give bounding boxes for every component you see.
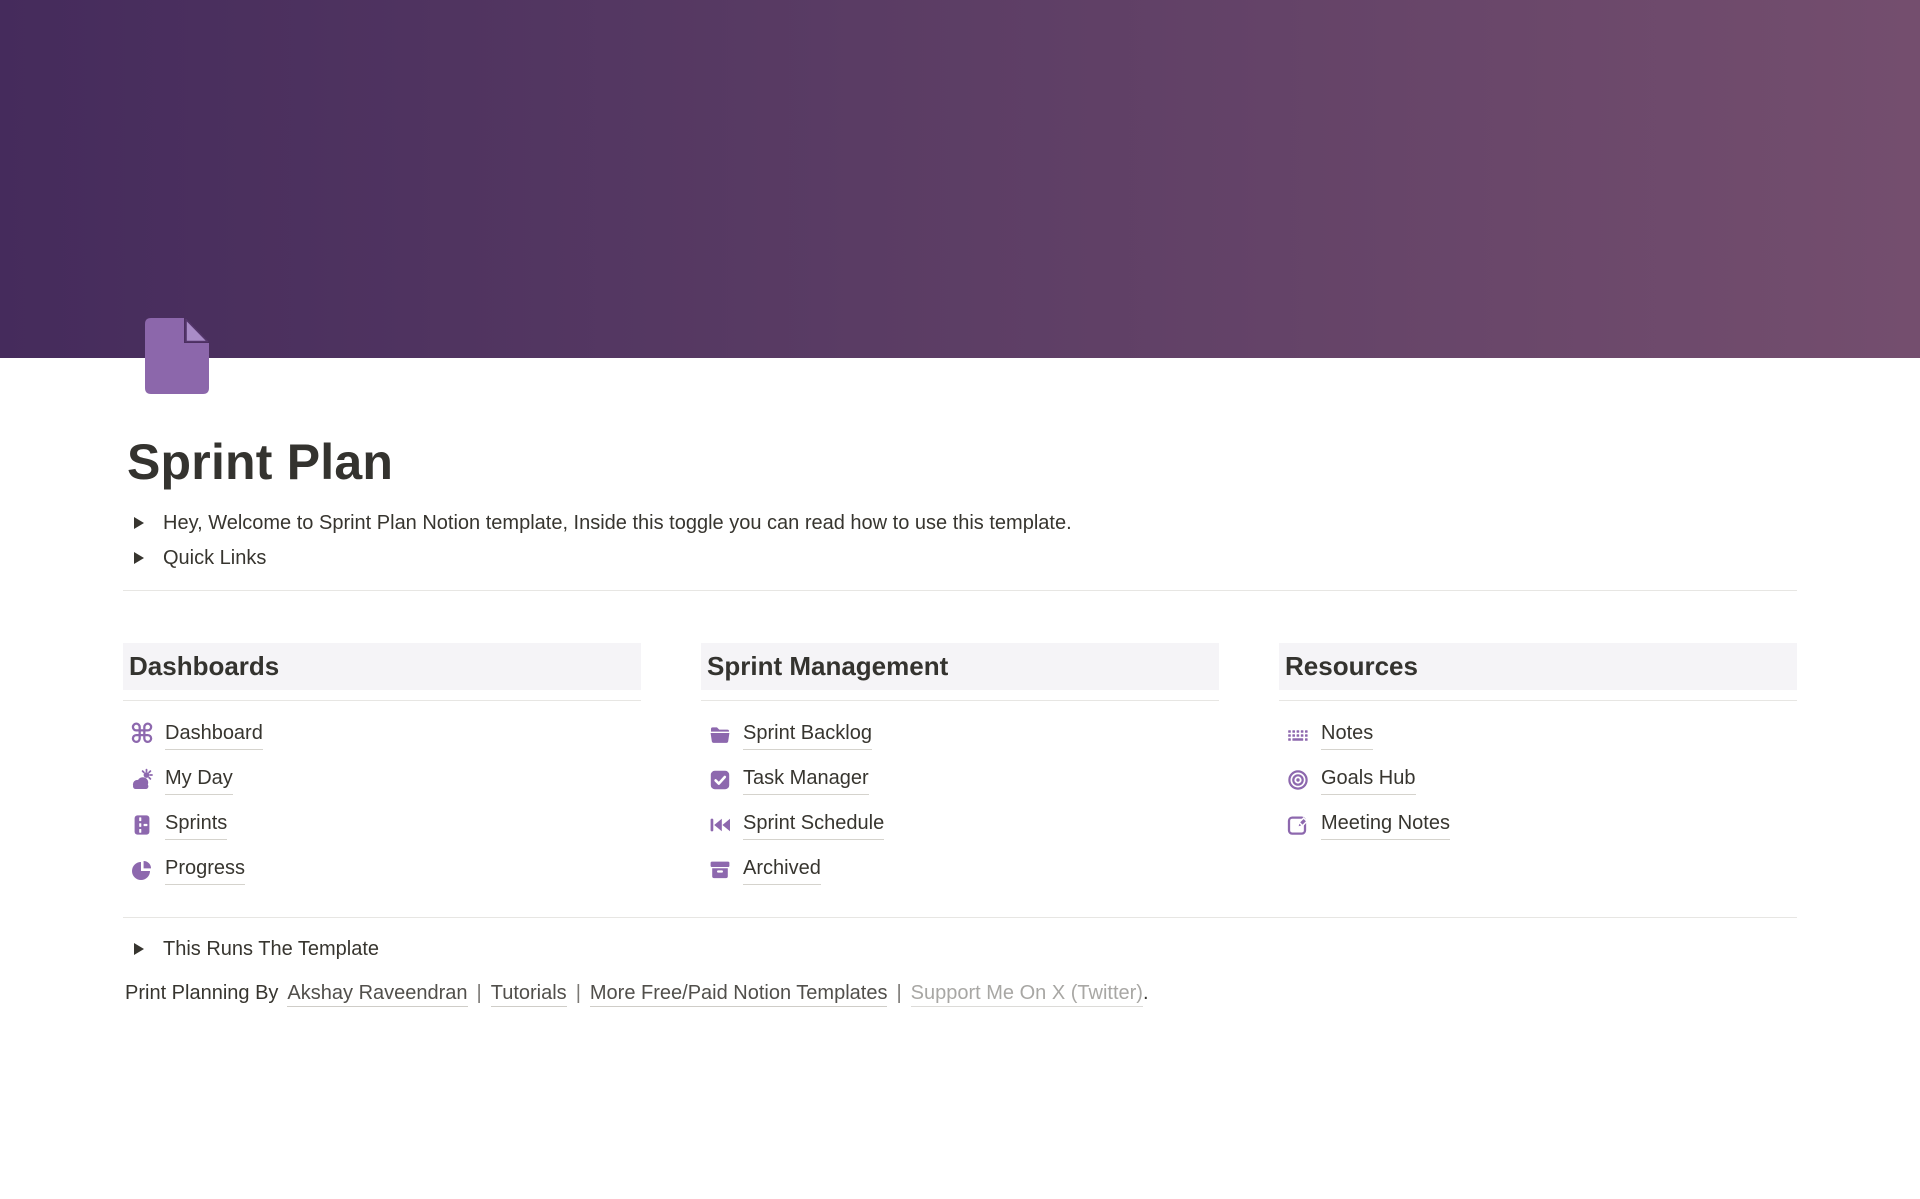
link-label[interactable]: Goals Hub <box>1321 766 1416 795</box>
column-resources: Resources <box>1279 643 1797 893</box>
columns-section: Dashboards ⌘ Dashboard <box>123 643 1797 893</box>
toggle-quick-links[interactable]: Quick Links <box>123 541 1797 576</box>
link-goals-hub[interactable]: Goals Hub <box>1279 758 1797 803</box>
link-sprints[interactable]: Sprints <box>123 803 641 848</box>
footer-link-twitter[interactable]: Support Me On X (Twitter) <box>911 982 1143 1007</box>
link-label[interactable]: Notes <box>1321 721 1373 750</box>
link-label[interactable]: Progress <box>165 856 245 885</box>
footer-prefix: Print Planning By <box>125 982 278 1004</box>
toggle-arrow-icon[interactable] <box>134 517 144 529</box>
link-progress[interactable]: Progress <box>123 848 641 893</box>
link-my-day[interactable]: My Day <box>123 758 641 803</box>
target-icon <box>1286 768 1310 792</box>
pie-chart-icon <box>130 858 154 882</box>
link-label[interactable]: Sprints <box>165 811 227 840</box>
edit-icon <box>1286 813 1310 837</box>
footer-separator: | <box>477 982 482 1004</box>
checkbox-icon <box>708 768 732 792</box>
divider <box>123 590 1797 591</box>
toggle-welcome-label: Hey, Welcome to Sprint Plan Notion templ… <box>163 511 1072 536</box>
link-task-manager[interactable]: Task Manager <box>701 758 1219 803</box>
page-icon[interactable] <box>145 318 209 394</box>
link-label[interactable]: Dashboard <box>165 721 263 750</box>
footer-credits: Print Planning By Akshay Raveendran | Tutor… <box>125 981 1797 1006</box>
footer-link-templates[interactable]: More Free/Paid Notion Templates <box>590 982 888 1007</box>
column-dashboards: Dashboards ⌘ Dashboard <box>123 643 641 893</box>
divider <box>123 700 641 701</box>
file-icon <box>130 813 154 837</box>
column-header-dashboards: Dashboards <box>123 643 641 690</box>
document-icon <box>145 318 209 394</box>
footer-link-tutorials[interactable]: Tutorials <box>491 982 567 1007</box>
link-label[interactable]: My Day <box>165 766 233 795</box>
footer-separator: | <box>896 982 901 1004</box>
sun-cloud-icon <box>130 768 154 792</box>
footer-link-author[interactable]: Akshay Raveendran <box>287 982 467 1007</box>
link-sprint-schedule[interactable]: Sprint Schedule <box>701 803 1219 848</box>
toggle-welcome[interactable]: Hey, Welcome to Sprint Plan Notion templ… <box>123 506 1797 541</box>
archive-icon <box>708 858 732 882</box>
link-label[interactable]: Sprint Backlog <box>743 721 872 750</box>
page-cover-gradient <box>0 0 1920 358</box>
column-header-sprint-management: Sprint Management <box>701 643 1219 690</box>
divider <box>1279 700 1797 701</box>
footer-suffix: . <box>1143 982 1149 1004</box>
page-title: Sprint Plan <box>127 434 1797 492</box>
link-label[interactable]: Sprint Schedule <box>743 811 884 840</box>
command-icon: ⌘ <box>130 723 154 747</box>
keyboard-icon <box>1286 723 1310 747</box>
page-content: Sprint Plan Hey, Welcome to Sprint Plan … <box>123 318 1797 1006</box>
column-sprint-management: Sprint Management Sprint Backlog <box>701 643 1219 893</box>
link-label[interactable]: Meeting Notes <box>1321 811 1450 840</box>
divider <box>701 700 1219 701</box>
toggle-this-runs-the-template[interactable]: This Runs The Template <box>123 932 1797 967</box>
link-label[interactable]: Archived <box>743 856 821 885</box>
link-notes[interactable]: Notes <box>1279 713 1797 758</box>
toggle-arrow-icon[interactable] <box>134 943 144 955</box>
link-label[interactable]: Task Manager <box>743 766 869 795</box>
toggle-runs-label: This Runs The Template <box>163 937 379 962</box>
rewind-icon <box>708 813 732 837</box>
column-header-resources: Resources <box>1279 643 1797 690</box>
link-archived[interactable]: Archived <box>701 848 1219 893</box>
folder-icon <box>708 723 732 747</box>
divider <box>123 917 1797 918</box>
toggle-quick-links-label: Quick Links <box>163 546 266 571</box>
toggle-arrow-icon[interactable] <box>134 552 144 564</box>
link-sprint-backlog[interactable]: Sprint Backlog <box>701 713 1219 758</box>
link-dashboard[interactable]: ⌘ Dashboard <box>123 713 641 758</box>
link-meeting-notes[interactable]: Meeting Notes <box>1279 803 1797 848</box>
footer-separator: | <box>576 982 581 1004</box>
